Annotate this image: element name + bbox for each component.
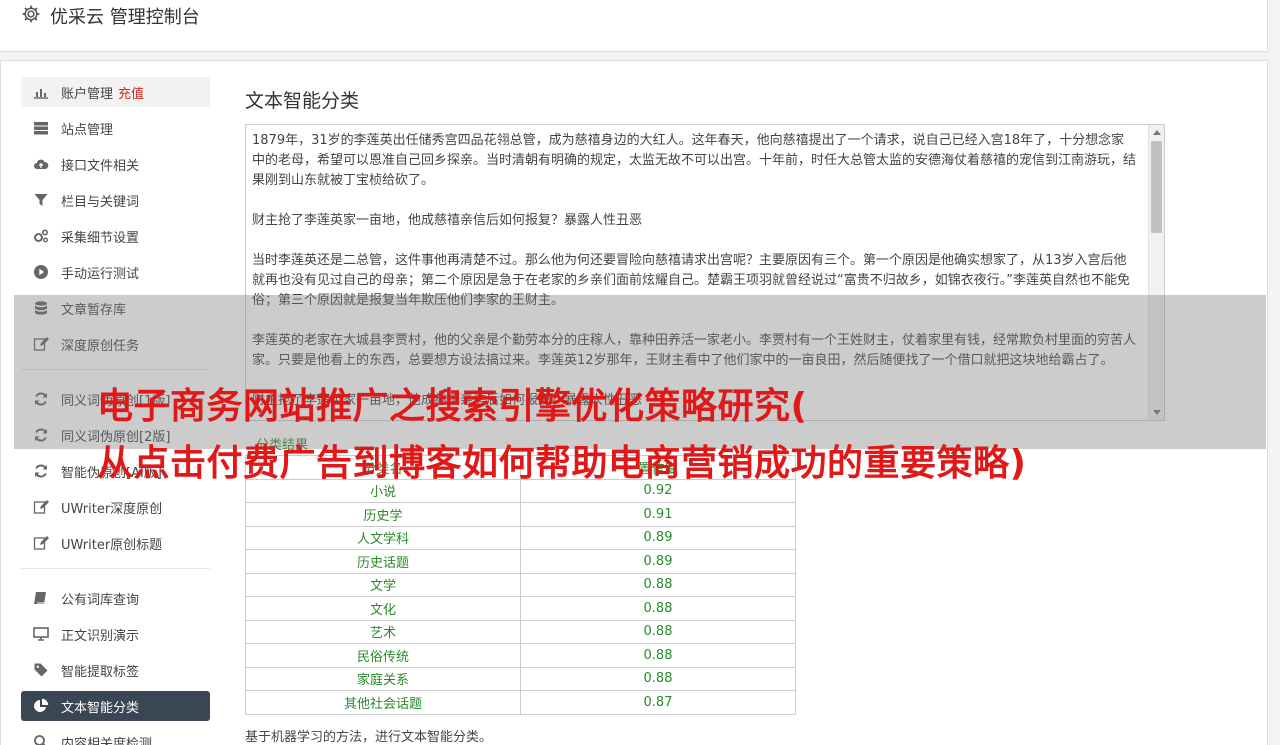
sidebar-item-label: 正文识别演示 — [61, 628, 140, 644]
cloud-upload-icon — [33, 156, 49, 172]
sidebar-item-label: 账户管理 — [61, 86, 114, 102]
sidebar-item-label: 接口文件相关 — [61, 158, 140, 174]
sidebar-item-label: 栏目与关键词 — [61, 194, 140, 210]
sidebar-item-interface[interactable]: 接口文件相关 — [21, 149, 210, 179]
sidebar-item-uwriter-title[interactable]: UWriter原创标题 — [21, 528, 210, 558]
edit-icon — [33, 535, 49, 551]
top-header: 优采云 管理控制台 — [0, 0, 1268, 52]
confidence-cell: 0.88 — [520, 643, 796, 668]
confidence-cell: 0.88 — [520, 619, 796, 644]
category-cell: 历史话题 — [245, 549, 521, 574]
sidebar-item-relevance[interactable]: 内容相关度检测 — [21, 727, 210, 745]
table-row: 文学 0.88 — [245, 572, 796, 597]
classification-table: 分类名 置信度 小说 0.92 历史学 0.91 人文学科 0.89 历史话题 0.89 文学 0… — [245, 455, 796, 715]
category-cell: 历史学 — [245, 502, 521, 527]
category-cell: 文化 — [245, 596, 521, 621]
scroll-up-arrow-icon[interactable] — [1153, 130, 1161, 135]
tag-icon — [33, 662, 49, 678]
server-icon — [33, 120, 49, 136]
confidence-cell: 0.89 — [520, 549, 796, 574]
book-icon — [33, 590, 49, 606]
category-cell: 艺术 — [245, 619, 521, 644]
headline-line-2: 从点击付费广告到博客如何帮助电商营销成功的重要策略) — [97, 443, 1027, 484]
confidence-cell: 0.88 — [520, 666, 796, 691]
page-title: 文本智能分类 — [245, 90, 360, 112]
gears-icon — [33, 228, 49, 244]
sidebar-item-label: 公有词库查询 — [61, 592, 140, 608]
confidence-cell: 0.87 — [520, 690, 796, 715]
sidebar-item-uwriter-deep[interactable]: UWriter深度原创 — [21, 492, 210, 522]
sidebar-item-extract-tags[interactable]: 智能提取标签 — [21, 655, 210, 685]
table-row: 人文学科 0.89 — [245, 525, 796, 550]
gear-icon — [22, 5, 40, 23]
sidebar-item-keywords[interactable]: 栏目与关键词 — [21, 185, 210, 215]
footnote: 基于机器学习的方法，进行文本智能分类。 — [245, 730, 493, 745]
category-cell: 其他社会话题 — [245, 690, 521, 715]
table-row: 艺术 0.88 — [245, 619, 796, 644]
refresh-icon — [33, 463, 49, 479]
sidebar-item-label: UWriter原创标题 — [61, 537, 163, 553]
page: 优采云 管理控制台 账户管理 充值 站点管理 接口文件相关 栏目与关键词 采集细… — [0, 0, 1280, 745]
sidebar-item-manual-run[interactable]: 手动运行测试 — [21, 257, 210, 287]
category-cell: 人文学科 — [245, 525, 521, 550]
recharge-link[interactable]: 充值 — [118, 83, 144, 102]
table-row: 历史话题 0.89 — [245, 549, 796, 574]
sidebar-item-public-lexicon[interactable]: 公有词库查询 — [21, 583, 210, 613]
sidebar-item-label: 采集细节设置 — [61, 230, 140, 246]
play-circle-icon — [33, 264, 49, 280]
monitor-icon — [33, 626, 49, 642]
table-row: 家庭关系 0.88 — [245, 666, 796, 691]
table-row: 文化 0.88 — [245, 596, 796, 621]
sidebar-item-text-classify[interactable]: 文本智能分类 — [21, 691, 210, 721]
sidebar-item-text-recognition[interactable]: 正文识别演示 — [21, 619, 210, 649]
sidebar-item-label: 文本智能分类 — [61, 700, 140, 716]
table-row: 民俗传统 0.88 — [245, 643, 796, 668]
sidebar-item-sites[interactable]: 站点管理 — [21, 113, 210, 143]
search-icon — [33, 734, 49, 745]
bar-chart-icon — [33, 84, 49, 100]
confidence-cell: 0.89 — [520, 525, 796, 550]
sidebar-item-label: 内容相关度检测 — [61, 736, 153, 745]
scroll-thumb[interactable] — [1151, 141, 1162, 233]
category-cell: 民俗传统 — [245, 643, 521, 668]
category-cell: 家庭关系 — [245, 666, 521, 691]
sidebar-item-account[interactable]: 账户管理 充值 — [21, 77, 210, 107]
sidebar-item-label: UWriter深度原创 — [61, 501, 163, 517]
sidebar-item-collect-settings[interactable]: 采集细节设置 — [21, 221, 210, 251]
pie-chart-icon — [33, 698, 49, 714]
category-cell: 文学 — [245, 572, 521, 597]
table-body: 小说 0.92 历史学 0.91 人文学科 0.89 历史话题 0.89 文学 0.88 文化 0.8… — [245, 478, 796, 715]
table-row: 历史学 0.91 — [245, 502, 796, 527]
headline-line-1: 电子商务网站推广之搜索引擎优化策略研究( — [97, 386, 808, 427]
overlay-headline: 电子商务网站推广之搜索引擎优化策略研究( 从点击付费广告到博客如何帮助电商营销成… — [97, 378, 1026, 492]
sidebar-item-label: 站点管理 — [61, 122, 114, 138]
app-title: 优采云 管理控制台 — [50, 7, 200, 28]
table-row: 其他社会话题 0.87 — [245, 690, 796, 715]
sidebar-item-label: 智能提取标签 — [61, 664, 140, 680]
sidebar-item-label: 手动运行测试 — [61, 266, 140, 282]
confidence-cell: 0.91 — [520, 502, 796, 527]
sidebar-divider — [21, 568, 210, 569]
confidence-cell: 0.88 — [520, 572, 796, 597]
edit-icon — [33, 499, 49, 515]
confidence-cell: 0.88 — [520, 596, 796, 621]
filter-icon — [33, 192, 49, 208]
